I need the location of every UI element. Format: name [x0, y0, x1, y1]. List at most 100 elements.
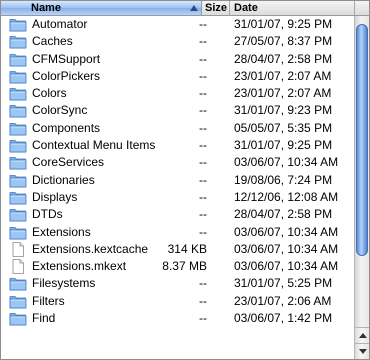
file-name: Caches — [32, 34, 73, 49]
file-size: -- — [199, 155, 207, 170]
file-size: -- — [199, 51, 207, 66]
file-row[interactable]: CFMSupport -- 28/04/07, 2:58 PM — [1, 51, 353, 68]
folder-icon — [9, 138, 27, 153]
file-date: 03/06/07, 10:34 AM — [234, 155, 339, 170]
file-date: 03/06/07, 10:34 AM — [234, 259, 339, 274]
file-name: Automator — [32, 17, 88, 31]
file-size: -- — [199, 138, 207, 153]
file-name: Extensions.mkext — [32, 259, 127, 274]
file-date: 03/06/07, 1:42 PM — [234, 311, 333, 326]
date-column-header[interactable]: Date — [230, 1, 354, 15]
file-name: CoreServices — [32, 155, 105, 170]
file-row[interactable]: Colors -- 23/01/07, 2:07 AM — [1, 85, 353, 102]
file-row[interactable]: Extensions -- 03/06/07, 10:34 AM — [1, 224, 353, 241]
file-row[interactable]: ColorSync -- 31/01/07, 9:23 PM — [1, 102, 353, 119]
folder-icon — [9, 207, 27, 222]
file-row[interactable]: Filesystems -- 31/01/07, 5:25 PM — [1, 275, 353, 292]
file-name: Contextual Menu Items — [32, 138, 156, 153]
vertical-scrollbar[interactable] — [354, 16, 369, 359]
folder-icon — [9, 294, 27, 309]
file-row[interactable]: Dictionaries -- 19/08/06, 7:24 PM — [1, 172, 353, 189]
file-size: -- — [199, 103, 207, 118]
file-name: Filters — [32, 293, 65, 308]
document-icon — [9, 259, 27, 275]
file-size: -- — [199, 293, 207, 308]
file-name: Displays — [32, 189, 78, 204]
column-header: Name Size Date — [1, 1, 369, 16]
file-size: -- — [199, 311, 207, 326]
sort-ascending-icon — [190, 5, 198, 11]
file-list: Automator -- 31/01/07, 9:25 PM Caches -- 27/0… — [1, 16, 353, 327]
folder-icon — [9, 190, 27, 205]
size-column-label: Size — [205, 2, 228, 14]
file-date: 28/04/07, 2:58 PM — [234, 51, 333, 66]
file-date: 03/06/07, 10:34 AM — [234, 224, 339, 239]
file-date: 27/05/07, 8:37 PM — [234, 34, 333, 49]
file-name: Filesystems — [32, 276, 96, 291]
file-row[interactable]: Extensions.kextcache 314 KB 03/06/07, 10:3… — [1, 241, 353, 258]
file-date: 12/12/06, 12:08 AM — [234, 189, 339, 204]
date-column-label: Date — [234, 2, 258, 14]
folder-icon — [9, 86, 27, 101]
file-row[interactable]: Contextual Menu Items -- 31/01/07, 9:25 PM — [1, 137, 353, 154]
folder-icon — [9, 225, 27, 240]
folder-icon — [9, 17, 27, 32]
file-date: 31/01/07, 9:23 PM — [234, 103, 333, 118]
file-row[interactable]: Automator -- 31/01/07, 9:25 PM — [1, 16, 353, 33]
file-date: 19/08/06, 7:24 PM — [234, 172, 333, 187]
folder-icon — [9, 34, 27, 49]
folder-icon — [9, 52, 27, 67]
file-size: -- — [199, 224, 207, 239]
scroll-down-button[interactable] — [355, 343, 369, 359]
file-row[interactable]: Caches -- 27/05/07, 8:37 PM — [1, 33, 353, 50]
file-row[interactable]: Filters -- 23/01/07, 2:06 AM — [1, 293, 353, 310]
file-name: Dictionaries — [32, 172, 95, 187]
file-name: Colors — [32, 86, 67, 101]
file-date: 31/01/07, 9:25 PM — [234, 138, 333, 153]
file-list-window: Name Size Date Automator -- 31/01/07, 9:25… — [0, 0, 370, 360]
file-row[interactable]: Displays -- 12/12/06, 12:08 AM — [1, 189, 353, 206]
arrow-down-icon — [359, 349, 367, 354]
file-name: Components — [32, 120, 101, 135]
folder-icon — [9, 173, 27, 188]
name-column-header[interactable]: Name — [1, 1, 202, 15]
file-date: 28/04/07, 2:58 PM — [234, 207, 333, 222]
file-size: 8.37 MB — [162, 259, 207, 274]
scroll-up-button[interactable] — [355, 327, 369, 343]
file-size: -- — [199, 68, 207, 83]
folder-icon — [9, 155, 27, 170]
folder-icon — [9, 121, 27, 136]
file-size: -- — [199, 189, 207, 204]
file-size: -- — [199, 34, 207, 49]
folder-icon — [9, 103, 27, 118]
file-name: Extensions.kextcache — [32, 241, 149, 256]
file-date: 23/01/07, 2:07 AM — [234, 68, 332, 83]
file-row[interactable]: Components -- 05/05/07, 5:35 PM — [1, 120, 353, 137]
file-name: CFMSupport — [32, 51, 101, 66]
file-date: 31/01/07, 9:25 PM — [234, 17, 333, 31]
file-row[interactable]: DTDs -- 28/04/07, 2:58 PM — [1, 206, 353, 223]
file-size: -- — [199, 172, 207, 187]
file-size: -- — [199, 17, 207, 31]
size-column-header[interactable]: Size — [202, 1, 230, 15]
file-name: ColorSync — [32, 103, 88, 118]
file-row[interactable]: CoreServices -- 03/06/07, 10:34 AM — [1, 154, 353, 171]
file-row[interactable]: Find -- 03/06/07, 1:42 PM — [1, 310, 353, 327]
file-name: Extensions — [32, 224, 91, 239]
file-size: -- — [199, 86, 207, 101]
file-size: -- — [199, 276, 207, 291]
arrow-up-icon — [359, 333, 367, 338]
document-icon — [9, 241, 27, 257]
file-date: 23/01/07, 2:07 AM — [234, 86, 332, 101]
scrollbar-thumb[interactable] — [356, 24, 368, 256]
header-corner — [354, 1, 369, 15]
folder-icon — [9, 311, 27, 326]
file-date: 31/01/07, 5:25 PM — [234, 276, 333, 291]
file-name: ColorPickers — [32, 68, 101, 83]
name-column-label: Name — [31, 2, 61, 14]
file-size: -- — [199, 120, 207, 135]
file-row[interactable]: ColorPickers -- 23/01/07, 2:07 AM — [1, 68, 353, 85]
file-size: 314 KB — [167, 241, 207, 256]
file-row[interactable]: Extensions.mkext 8.37 MB 03/06/07, 10:34 A… — [1, 258, 353, 275]
folder-icon — [9, 276, 27, 291]
